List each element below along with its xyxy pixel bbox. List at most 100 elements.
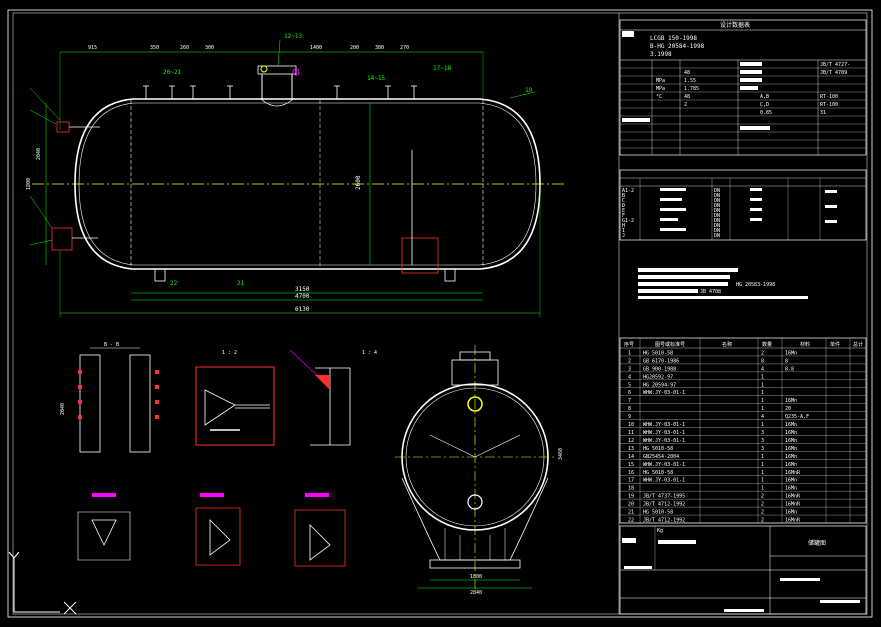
design-table-title: 设计数据表 — [720, 21, 750, 29]
detail-scale-1: 1 : 2 — [222, 350, 237, 356]
dt-unit-2: MPa — [656, 78, 665, 84]
parts-cell-mat: 8.8 — [785, 366, 794, 372]
parts-cell-mat: 8 — [785, 358, 788, 364]
parts-cell-qty: 4 — [761, 414, 764, 420]
parts-cell-no: 19 — [628, 494, 634, 500]
drawing-canvas[interactable]: 915 350 260 300 1400 200 380 270 12~13 2… — [0, 0, 881, 627]
parts-cell-qty: 2 — [761, 350, 764, 356]
dt-right-2: JB/T 4709 — [820, 70, 847, 76]
parts-cell-no: 7 — [628, 398, 631, 404]
parts-header-std: 图号或标准号 — [655, 341, 685, 348]
parts-cell-qty: 1 — [761, 390, 764, 396]
parts-cell-no: 18 — [628, 486, 634, 492]
parts-cell-no: 10 — [628, 422, 634, 428]
parts-cell-no: 11 — [628, 430, 634, 436]
parts-cell-std: WHW.JY-03-01-1 — [643, 478, 685, 484]
dt-val-3: 1.785 — [684, 86, 699, 92]
parts-cell-std: WHW.JY-03-01-1 — [643, 430, 685, 436]
parts-header-mat: 材料 — [800, 341, 810, 348]
parts-cell-no: 22 — [628, 518, 634, 524]
noz-code-10: J — [622, 233, 625, 239]
parts-cell-no: 20 — [628, 502, 634, 508]
parts-cell-std: HG 5010-58 — [643, 350, 673, 356]
dim-top-5: 1400 — [310, 45, 322, 51]
dt-right-1: JB/T 4727- — [820, 62, 850, 68]
noz-dn-10: DN — [714, 233, 720, 239]
dt-val-1: 48 — [684, 70, 690, 76]
dt-mid-1: A,B — [760, 94, 769, 100]
parts-cell-std: HG 5010-58 — [643, 470, 673, 476]
parts-cell-std: WHW.JY-03-01-1 — [643, 422, 685, 428]
parts-header-no: 序号 — [624, 341, 634, 348]
parts-cell-qty: 2 — [761, 518, 764, 524]
label-21: 21 — [237, 280, 245, 287]
parts-cell-no: 3 — [628, 366, 631, 372]
parts-header-name: 名称 — [722, 341, 732, 348]
std-2: B-HG 20584-1998 — [650, 43, 705, 50]
dt-val-2: 1.55 — [684, 78, 696, 84]
dim-left-2040: 2040 — [36, 148, 42, 160]
dt-unit-4: °C — [656, 94, 662, 100]
parts-cell-std: HG 5010-58 — [643, 510, 673, 516]
dim-top-6: 200 — [350, 45, 359, 51]
weight-unit: Kg — [657, 528, 663, 534]
note-hg: HG 20583-1998 — [736, 282, 775, 288]
dim-top-3: 260 — [180, 45, 189, 51]
dt-rt-2: RT-100 — [820, 102, 838, 108]
parts-cell-qty: 1 — [761, 398, 764, 404]
parts-cell-qty: 8 — [761, 358, 764, 364]
label-22: 22 — [170, 280, 178, 287]
parts-cell-no: 2 — [628, 358, 631, 364]
dim-3460: 3460 — [558, 448, 564, 460]
detail-bb-label: B - B — [104, 342, 119, 348]
dt-mid-3: 0.85 — [760, 110, 772, 116]
parts-cell-qty: 1 — [761, 454, 764, 460]
dt-rt-1: RT-100 — [820, 94, 838, 100]
parts-cell-mat: 16Mn — [785, 478, 797, 484]
parts-cell-qty: 1 — [761, 478, 764, 484]
dim-top-4: 300 — [205, 45, 214, 51]
parts-cell-qty: 2 — [761, 494, 764, 500]
parts-cell-mat: 16Mn — [785, 350, 797, 356]
parts-cell-qty: 2 — [761, 502, 764, 508]
dim-diameter: 2600 — [355, 175, 362, 190]
parts-cell-qty: 1 — [761, 462, 764, 468]
parts-cell-qty: 3 — [761, 438, 764, 444]
parts-cell-mat: 16MnR — [785, 494, 801, 500]
parts-cell-qty: 2 — [761, 510, 764, 516]
dim-top-2: 350 — [150, 45, 159, 51]
parts-cell-no: 14 — [628, 454, 634, 460]
dim-left-1800: 1800 — [26, 178, 32, 190]
parts-cell-mat: 16MnR — [785, 502, 801, 508]
dim-6130: 6130 — [295, 306, 310, 313]
parts-cell-std: JB/T 4712-1992 — [643, 518, 685, 524]
parts-header-qty: 数量 — [762, 341, 772, 348]
dt-unit-3: MPa — [656, 86, 665, 92]
parts-cell-no: 6 — [628, 390, 631, 396]
parts-cell-mat: 16MnR — [785, 518, 801, 524]
parts-cell-mat: 16Mn — [785, 422, 797, 428]
parts-cell-std: WHW.JY-03-01-1 — [643, 438, 685, 444]
dim-4700: 4700 — [295, 293, 310, 300]
parts-cell-no: 17 — [628, 478, 634, 484]
label-19: 19 — [525, 87, 533, 94]
parts-cell-qty: 1 — [761, 486, 764, 492]
label-12-13: 12~13 — [284, 33, 302, 40]
dim-3150: 3150 — [295, 286, 310, 293]
dt-mid-4: 31 — [820, 110, 826, 116]
dim-top-1: 915 — [88, 45, 97, 51]
parts-cell-no: 12 — [628, 438, 634, 444]
parts-cell-no: 9 — [628, 414, 631, 420]
parts-cell-std: HG20592-97 — [643, 374, 673, 380]
parts-cell-mat: 16MnR — [785, 470, 801, 476]
parts-cell-qty: 3 — [761, 430, 764, 436]
dim-2840: 2840 — [470, 590, 482, 596]
parts-cell-std: GN25454-2004 — [643, 454, 679, 460]
parts-cell-std: JB/T 4712-1992 — [643, 502, 685, 508]
parts-cell-qty: 1 — [761, 470, 764, 476]
parts-cell-mat: 16Mn — [785, 446, 797, 452]
parts-cell-qty: 4 — [761, 366, 764, 372]
parts-cell-mat: 16Mn — [785, 438, 797, 444]
parts-cell-no: 21 — [628, 510, 634, 516]
parts-cell-mat: 16Mn — [785, 454, 797, 460]
